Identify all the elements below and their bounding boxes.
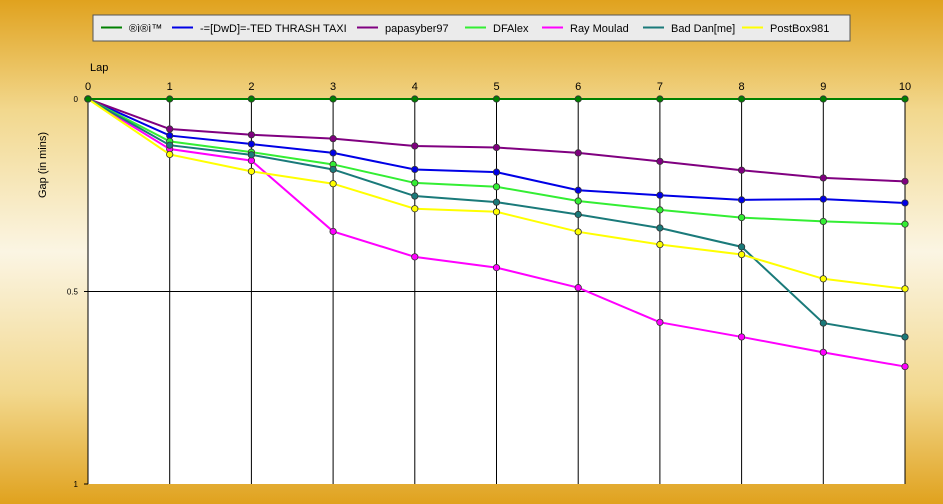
chart: 0 1 2 3 4 5 6 7 8 9 10 00.51 Lap Gap (in mins) ®ì®…	[37, 14, 911, 489]
y-tick-labels: 00.51	[67, 95, 79, 489]
data-point	[329, 180, 337, 188]
data-point	[819, 319, 827, 327]
x-tick-label: 5	[493, 81, 499, 93]
y-tick-label: 0	[74, 95, 79, 104]
x-tick-label: 10	[899, 81, 911, 93]
data-point	[329, 95, 337, 103]
data-point	[329, 227, 337, 236]
data-point	[166, 150, 174, 159]
data-point	[492, 183, 501, 191]
x-tick-label: 3	[330, 81, 336, 93]
data-point	[901, 333, 909, 341]
data-point	[737, 166, 746, 174]
legend-label: Ray Moulad	[570, 23, 629, 35]
data-point	[492, 95, 501, 103]
data-point	[737, 213, 746, 222]
data-point	[901, 95, 909, 103]
data-point	[411, 192, 419, 200]
legend-label: DFAlex	[493, 23, 529, 35]
data-point	[901, 199, 909, 207]
data-point	[411, 165, 419, 174]
data-point	[247, 140, 255, 148]
data-point	[247, 151, 255, 159]
x-tick-label: 6	[575, 81, 581, 93]
legend-label: Bad Dan[me]	[671, 23, 735, 35]
data-point	[656, 318, 664, 326]
data-point	[411, 142, 419, 150]
data-point	[492, 168, 501, 176]
data-point	[411, 179, 419, 187]
data-point	[492, 198, 501, 206]
data-point	[166, 125, 174, 133]
data-point	[574, 228, 582, 236]
legend-label: PostBox981	[770, 23, 829, 35]
data-point	[656, 206, 664, 214]
x-tick-label: 0	[85, 81, 91, 93]
data-point	[819, 95, 827, 103]
data-point	[411, 253, 419, 261]
data-point	[819, 217, 827, 226]
data-point	[574, 210, 582, 219]
data-point	[901, 285, 909, 293]
data-point	[492, 264, 501, 272]
data-point	[656, 191, 664, 199]
data-point	[819, 195, 827, 203]
data-point	[166, 95, 174, 103]
data-point	[737, 196, 746, 204]
data-point	[737, 243, 746, 251]
data-point	[819, 275, 827, 283]
x-tick-labels: 0 1 2 3 4 5 6 7 8 9 10	[85, 81, 911, 93]
data-point	[574, 186, 582, 194]
data-point	[737, 333, 746, 341]
data-point	[329, 135, 337, 143]
data-point	[737, 250, 746, 259]
x-tick-label: 4	[412, 81, 418, 93]
data-point	[901, 177, 909, 185]
x-axis-label: Lap	[90, 62, 108, 74]
data-point	[411, 205, 419, 213]
data-point	[656, 95, 664, 103]
y-tick-label: 0.5	[67, 288, 79, 297]
data-point	[574, 149, 582, 157]
legend-label: -=[DwD]=-TED THRASH TAXI	[200, 23, 347, 35]
data-point	[247, 131, 255, 139]
data-point	[901, 220, 909, 228]
x-tick-label: 8	[739, 81, 745, 93]
legend-label: ®ì®ì™	[129, 23, 162, 35]
x-tick-label: 2	[248, 81, 254, 93]
x-tick-label: 1	[167, 81, 173, 93]
data-point	[737, 95, 746, 103]
data-point	[819, 348, 827, 356]
data-point	[329, 165, 337, 174]
y-axis-label: Gap (in mins)	[37, 132, 49, 198]
axes	[84, 98, 89, 485]
x-tick-label: 7	[657, 81, 663, 93]
data-point	[247, 95, 255, 103]
data-point	[574, 197, 582, 205]
data-point	[247, 167, 255, 175]
data-point	[492, 143, 501, 152]
legend-label: papasyber97	[385, 23, 449, 35]
data-point	[166, 141, 174, 149]
data-point	[656, 157, 664, 165]
data-point	[84, 95, 92, 103]
x-tick-label: 9	[820, 81, 826, 93]
data-point	[492, 208, 501, 216]
data-point	[411, 95, 419, 103]
legend: ®ì®ì™ -=[DwD]=-TED THRASH TAXI papasyber97…	[92, 14, 851, 42]
data-point	[574, 95, 582, 103]
data-point	[901, 362, 909, 371]
data-point	[574, 284, 582, 292]
data-point	[656, 224, 664, 232]
data-point	[329, 149, 337, 157]
data-point	[656, 240, 664, 249]
y-tick-label: 1	[74, 480, 79, 489]
data-point	[819, 174, 827, 182]
